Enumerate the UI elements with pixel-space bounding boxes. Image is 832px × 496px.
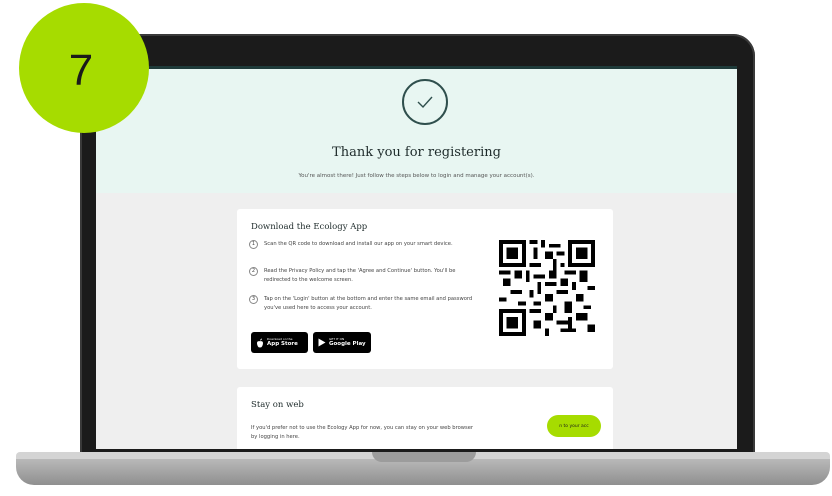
page-title: Thank you for registering: [332, 145, 501, 160]
laptop-notch: [372, 452, 476, 462]
hero-section: Thank you for registering You're almost …: [96, 69, 737, 193]
app-store-label: App Store: [267, 341, 298, 347]
web-card-title: Stay on web: [251, 400, 304, 410]
step-number-3: 3: [249, 295, 258, 304]
step-item-1: 1 Scan the QR code to download and insta…: [249, 240, 479, 249]
app-store-button[interactable]: Download on the App Store: [251, 332, 308, 353]
google-play-icon: [318, 338, 326, 347]
qr-code: [499, 240, 595, 336]
apple-icon: [257, 338, 263, 347]
web-card-text: If you'd prefer not to use the Ecology A…: [251, 425, 474, 440]
laptop-screen: Thank you for registering You're almost …: [96, 66, 737, 449]
google-play-button[interactable]: GET IT ON Google Play: [313, 332, 371, 353]
step-text-1: Scan the QR code to download and install…: [264, 241, 453, 247]
page-subtitle: You're almost there! Just follow the ste…: [298, 173, 535, 179]
step-text-2: Read the Privacy Policy and tap the 'Agr…: [264, 268, 456, 283]
checkmark-icon: [402, 79, 448, 125]
download-app-card: Download the Ecology App 1 Scan the QR c…: [237, 209, 613, 369]
stay-on-web-card: Stay on web If you'd prefer not to use t…: [237, 387, 613, 449]
google-play-label: Google Play: [329, 341, 366, 347]
step-number: 7: [68, 46, 94, 95]
login-web-button[interactable]: n to your acc: [547, 415, 601, 437]
step-item-2: 2 Read the Privacy Policy and tap the 'A…: [249, 267, 479, 285]
step-text-3: Tap on the 'Login' button at the bottom …: [264, 296, 473, 311]
step-number-1: 1: [249, 240, 258, 249]
laptop-base: [16, 459, 830, 485]
step-number-badge: 7: [19, 3, 149, 133]
step-item-3: 3 Tap on the 'Login' button at the botto…: [249, 295, 479, 313]
step-number-2: 2: [249, 267, 258, 276]
download-card-title: Download the Ecology App: [251, 222, 368, 232]
